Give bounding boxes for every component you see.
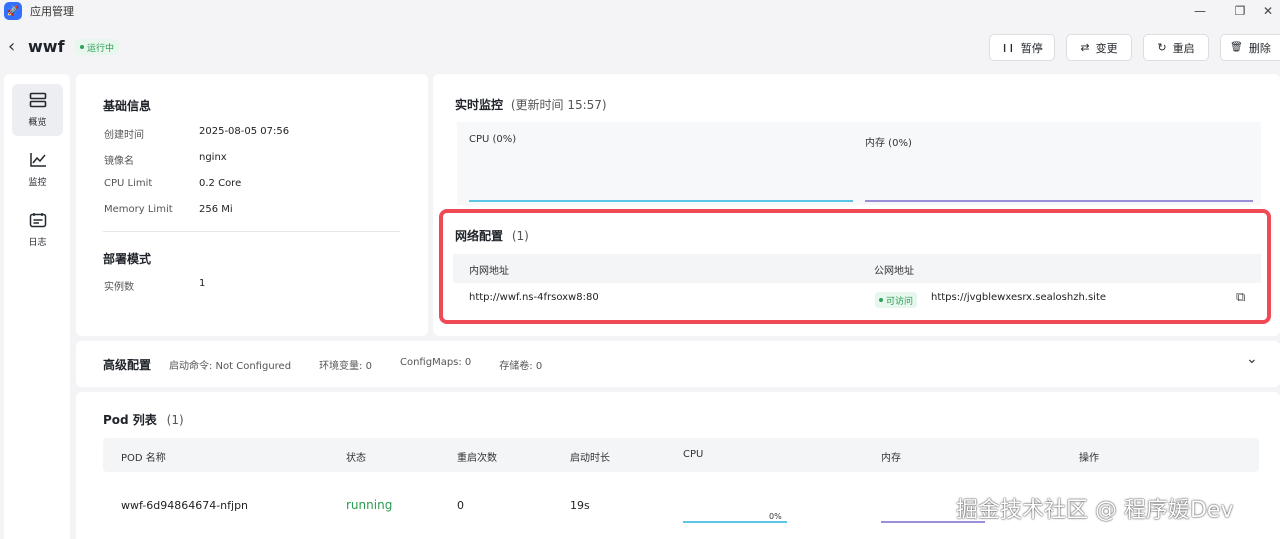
pod-list-title: Pod 列表 [103,413,157,427]
col-uptime: 启动时长 [570,453,610,464]
close-icon[interactable]: ✕ [1258,2,1278,20]
window-titlebar: 🚀 应用管理 — ❐ ✕ [0,0,1280,22]
info-key: 创建时间 [104,130,144,141]
sidebar-item-label: 监控 [28,178,47,188]
calendar-icon [29,212,47,231]
info-key: 实例数 [104,282,134,293]
restart-button[interactable]: ↻ 重启 [1143,34,1209,61]
sidebar-item-logs[interactable]: 日志 [12,204,63,256]
col-status: 状态 [346,453,366,464]
app-name: wwf [28,37,65,56]
trash-icon: 🗑 [1230,42,1243,53]
info-value: 1 [199,278,206,289]
info-key: Memory Limit [104,204,173,215]
network-title-row: 网络配置 (1) [455,227,529,244]
watermark-text: 掘金技术社区 @ 程序媛Dev [956,498,1234,523]
pod-cpu-value: 0% [769,512,782,521]
cpu-monitor-panel: CPU (0%) [457,122,860,205]
deploy-mode-title: 部署模式 [103,252,152,266]
sidebar-item-label: 概览 [28,118,47,128]
memory-chart-line [865,200,1253,202]
info-value: nginx [199,152,227,163]
update-label: 变更 [1095,41,1118,55]
monitor-update-time: (更新时间 15:57) [510,98,607,112]
divider [103,231,400,232]
restart-label: 重启 [1172,41,1195,55]
swap-icon: ⇄ [1080,41,1090,54]
copy-icon[interactable]: ⧉ [1236,290,1245,305]
info-value: 256 Mi [199,204,233,215]
col-restarts: 重启次数 [457,453,497,464]
network-table-header: 内网地址 公网地址 [453,254,1261,283]
pause-button[interactable]: ❙❙ 暂停 [989,34,1055,61]
sidebar-item-monitor[interactable]: 监控 [12,144,63,196]
advanced-config-summary: 启动命令: Not Configured 环境变量: 0 ConfigMaps:… [169,357,542,372]
info-key: CPU Limit [104,178,153,189]
basic-info-title: 基础信息 [103,99,152,113]
network-count: (1) [511,229,529,243]
pod-restarts: 0 [457,499,464,512]
pod-list-count: (1) [166,413,184,427]
access-status-text: 可访问 [886,296,914,307]
sidebar-item-overview[interactable]: 概览 [12,84,63,136]
col-internal-address: 内网地址 [469,266,509,277]
back-icon[interactable]: ‹ [8,36,15,57]
pod-table-header: POD 名称 状态 重启次数 启动时长 CPU 内存 操作 [103,438,1259,472]
pause-icon: ❙❙ [1001,43,1015,52]
info-key: 镜像名 [104,156,134,167]
network-title: 网络配置 [455,229,504,243]
delete-label: 删除 [1248,41,1271,55]
col-actions: 操作 [1079,453,1099,464]
sidebar: 概览 监控 日志 [4,74,70,539]
info-value: 0.2 Core [199,178,242,189]
env-vars-count: 环境变量: 0 [319,361,372,372]
status-dot [80,45,84,49]
sidebar-item-label: 日志 [28,238,47,248]
network-config-panel: 网络配置 (1) 内网地址 公网地址 http://wwf.ns-4frsoxw… [439,209,1271,324]
basic-info-card: 基础信息 创建时间 2025-08-05 07:56 镜像名 nginx CPU… [76,74,428,336]
status-dot [879,298,883,302]
pod-status: running [346,498,393,512]
restart-icon: ↻ [1157,41,1167,54]
pod-cpu-bar [683,521,787,523]
advanced-config-title: 高级配置 [103,358,152,372]
col-memory: 内存 [881,453,901,464]
volumes-count: 存储卷: 0 [499,361,543,372]
delete-button[interactable]: 🗑 删除 [1220,34,1280,61]
rocket-icon: 🚀 [4,2,22,20]
pod-uptime: 19s [570,499,590,512]
restore-icon[interactable]: ❐ [1230,2,1250,20]
cpu-chart-line [469,200,856,202]
status-badge: 运行中 [75,39,120,55]
monitor-title: 实时监控 [455,98,504,112]
memory-monitor-panel: 内存 (0%) [853,122,1261,205]
chart-icon [29,152,47,171]
access-status-badge: 可访问 [875,292,918,308]
internal-address[interactable]: http://wwf.ns-4frsoxw8:80 [469,292,599,303]
col-pod-name: POD 名称 [121,453,166,464]
memory-monitor-label: 内存 (0%) [865,138,912,149]
window-title: 应用管理 [30,5,74,18]
col-cpu: CPU [683,449,704,460]
app-header: ‹ wwf 运行中 ❙❙ 暂停 ⇄ 变更 ↻ 重启 🗑 删除 [0,28,1280,68]
status-text: 运行中 [87,43,115,54]
update-button[interactable]: ⇄ 变更 [1066,34,1132,61]
advanced-config-bar[interactable]: 高级配置 启动命令: Not Configured 环境变量: 0 Config… [76,341,1280,387]
cpu-monitor-label: CPU (0%) [469,134,517,145]
info-value: 2025-08-05 07:56 [199,126,290,137]
pod-name[interactable]: wwf-6d94864674-nfjpn [121,499,248,512]
monitor-title-row: 实时监控 (更新时间 15:57) [455,96,607,113]
pod-list-title-row: Pod 列表 (1) [103,411,184,428]
configmaps-count: ConfigMaps: 0 [399,357,472,368]
public-address-link[interactable]: https://jvgblewxesrx.sealoshzh.site [931,292,1106,303]
chevron-down-icon[interactable]: ⌄ [1246,351,1258,367]
col-public-address: 公网地址 [874,266,914,277]
minimize-icon[interactable]: — [1190,2,1210,20]
startup-command: 启动命令: Not Configured [169,361,292,372]
pause-label: 暂停 [1020,41,1043,55]
overview-icon [29,92,47,111]
